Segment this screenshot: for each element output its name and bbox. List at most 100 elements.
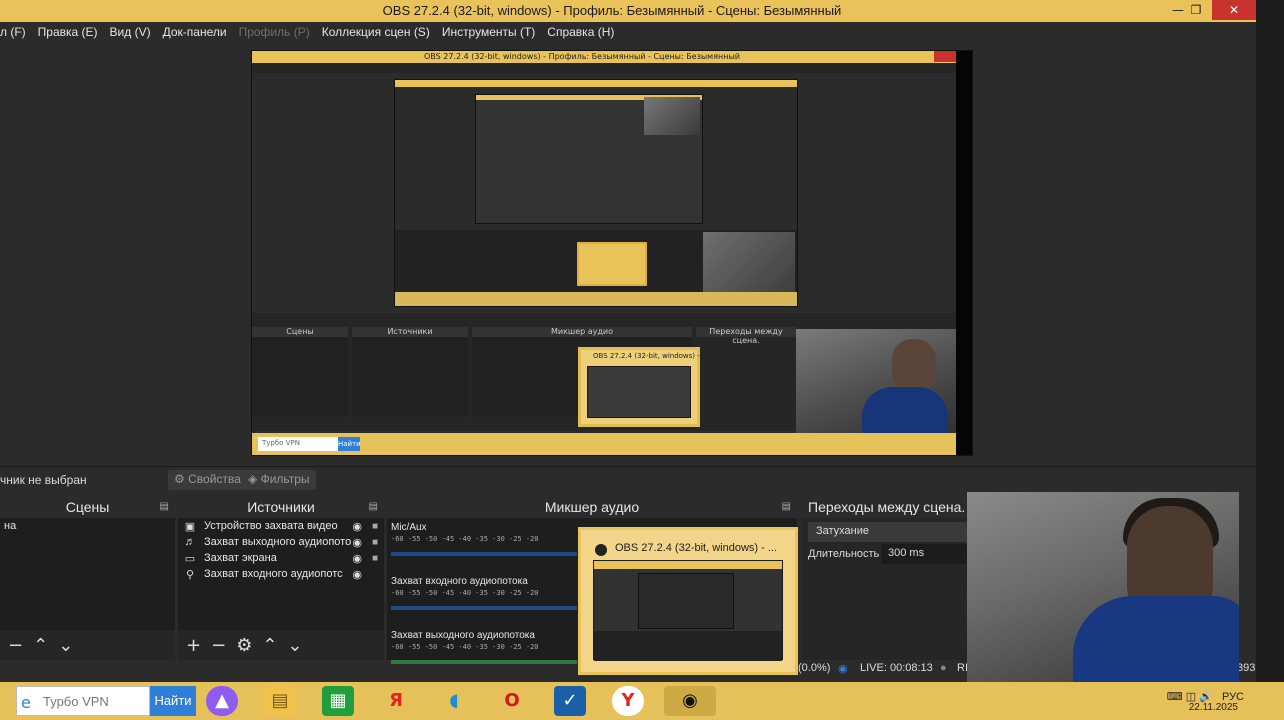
popup-thumbnail [593,560,783,661]
nested-mixer-header: Микшер аудио [472,327,692,337]
remove-scene-icon[interactable]: − [8,635,23,656]
sources-list[interactable]: ▣ Устройство захвата видео ◉ ■ ♬ Захват … [178,518,384,630]
preview-canvas[interactable]: OBS 27.2.4 (32-bit, windows) - Профиль: … [251,50,973,456]
scene-item[interactable]: на [0,518,175,534]
live-icon: ◉ [838,663,848,675]
thumb-preview [638,573,734,629]
nested-scenes-header: Сцены [252,327,348,337]
menu-docks[interactable]: Док-панели [163,25,227,39]
menu-tools[interactable]: Инструменты (T) [442,25,535,39]
nested-find: Найти [338,437,361,451]
gear-icon[interactable]: ⚙ [236,635,252,656]
clock-date[interactable]: 22.11.2025 [1189,702,1238,713]
taskbar-search-field[interactable]: e Турбо VPN [16,686,150,716]
mixer-header: Микшер аудио ▤ [387,496,797,518]
filters-label: Фильтры [260,472,310,486]
sources-toolbar: + − ⚙ ⌃ ⌄ [178,630,384,660]
yandex-icon[interactable]: Я [380,686,412,716]
dock-float-icon[interactable]: ▤ [160,496,169,518]
cpu-usage: (0.0%) [798,662,831,674]
menu-edit[interactable]: Правка (E) [38,25,98,39]
taskbar-thumbnail-popup[interactable]: OBS 27.2.4 (32-bit, windows) - ... [578,527,798,675]
close-button[interactable]: ✕ [1212,0,1256,20]
menu-profile: Профиль (P) [238,25,310,39]
nested-transitions-header: Переходы между сцена. [696,327,796,345]
nested-level-3 [475,94,703,224]
camera-icon: ▣ [184,520,196,533]
source-item[interactable]: ♬ Захват выходного аудиопото ◉ ■ [178,534,384,550]
menu-scene-collection[interactable]: Коллекция сцен (S) [322,25,430,39]
no-source-selected-label: чник не выбран [0,473,87,487]
gear-icon: ⚙ [174,472,185,486]
nested-title-bar: OBS 27.2.4 (32-bit, windows) - Профиль: … [252,51,972,63]
thumb-docks [594,631,782,661]
thumb-titlebar [594,561,782,569]
menu-file[interactable]: л (F) [0,25,26,39]
move-up-icon[interactable]: ⌃ [33,635,48,656]
mixer-title: Микшер аудио [544,499,640,515]
store-icon[interactable]: ▦ [322,686,354,716]
nested-scenes-panel [252,337,348,417]
volume-slider[interactable] [391,606,577,610]
opera-icon[interactable]: O [496,686,528,716]
alice-icon[interactable]: ▲ [206,686,238,716]
webcam-preview [967,492,1239,696]
restore-button[interactable]: ❐ [1182,0,1210,20]
menu-view[interactable]: Вид (V) [110,25,151,39]
move-up-icon[interactable]: ⌃ [262,635,277,656]
visibility-eye-icon[interactable]: ◉ [352,568,362,581]
window-title: OBS 27.2.4 (32-bit, windows) - Профиль: … [382,3,842,18]
rec-icon: ● [940,662,947,674]
vpn-shield-icon[interactable]: ✓ [554,686,586,716]
filter-icon: ◈ [248,472,258,486]
nested-search: Турбо VPN [258,437,338,451]
move-down-icon[interactable]: ⌄ [58,635,73,656]
menu-help[interactable]: Справка (H) [547,25,614,39]
dock-float-icon[interactable]: ▤ [369,496,378,518]
obs-taskbar-icon[interactable]: ◉ [664,686,716,716]
keyboard-icon[interactable]: ⌨ [1167,691,1183,703]
nested-webcam-person-head [892,339,936,393]
find-button[interactable]: Найти [150,686,196,716]
source-toolbar: чник не выбран ⚙ Свойства ◈ Фильтры [0,466,1256,492]
file-explorer-icon[interactable]: ▤ [264,686,296,716]
volume-slider[interactable] [391,660,577,664]
source-item[interactable]: ▭ Захват экрана ◉ ■ [178,550,384,566]
nested-webcam [796,329,956,443]
move-down-icon[interactable]: ⌄ [287,635,302,656]
filters-button[interactable]: ◈ Фильтры [242,470,316,490]
duration-input[interactable]: 300 ms [882,544,968,564]
scenes-list[interactable]: на [0,518,175,630]
lock-icon[interactable]: ■ [372,537,378,548]
nested-level-2 [394,79,798,307]
visibility-eye-icon[interactable]: ◉ [352,536,362,549]
yandex-browser-icon[interactable]: Y [612,686,644,716]
transitions-dock: Переходы между сцена. Затухание Длительн… [802,496,972,660]
source-label: Захват экрана [204,552,277,564]
scenes-dock: Сцены ▤ на − ⌃ ⌄ [0,496,175,660]
popup-title: OBS 27.2.4 (32-bit, windows) - ... [615,542,778,554]
lock-icon[interactable]: ■ [372,553,378,564]
nested-close-icon [934,51,956,62]
transition-select[interactable]: Затухание [808,522,968,542]
properties-label: Свойства [188,472,241,486]
visibility-eye-icon[interactable]: ◉ [352,552,362,565]
microphone-icon: ⚲ [185,568,195,581]
nested-title: OBS 27.2.4 (32-bit, windows) - Профиль: … [424,52,740,61]
properties-button[interactable]: ⚙ Свойства [168,470,247,490]
windows-taskbar: e Турбо VPN Найти ▲ ▤ ▦ Я ◖ O ✓ Y ◉ ⌨ ◫ … [0,682,1284,720]
speaker-icon: ♬ [184,536,196,548]
nested-popup: OBS 27.2.4 (32-bit, windows) - ... [578,347,709,427]
visibility-eye-icon[interactable]: ◉ [352,520,362,533]
remove-source-icon[interactable]: − [211,635,226,656]
volume-slider[interactable] [391,552,577,556]
source-item[interactable]: ⚲ Захват входного аудиопотс ◉ [178,566,384,582]
lock-icon[interactable]: ■ [372,521,378,532]
source-item[interactable]: ▣ Устройство захвата видео ◉ ■ [178,518,384,534]
edge-icon[interactable]: ◖ [438,686,470,716]
transitions-title: Переходы между сцена. [808,499,966,515]
dock-float-icon[interactable]: ▤ [782,496,791,518]
live-timer: LIVE: 00:08:13 [860,662,933,674]
nested-popup-title: OBS 27.2.4 (32-bit, windows) - ... [593,352,709,360]
add-source-icon[interactable]: + [186,635,201,656]
